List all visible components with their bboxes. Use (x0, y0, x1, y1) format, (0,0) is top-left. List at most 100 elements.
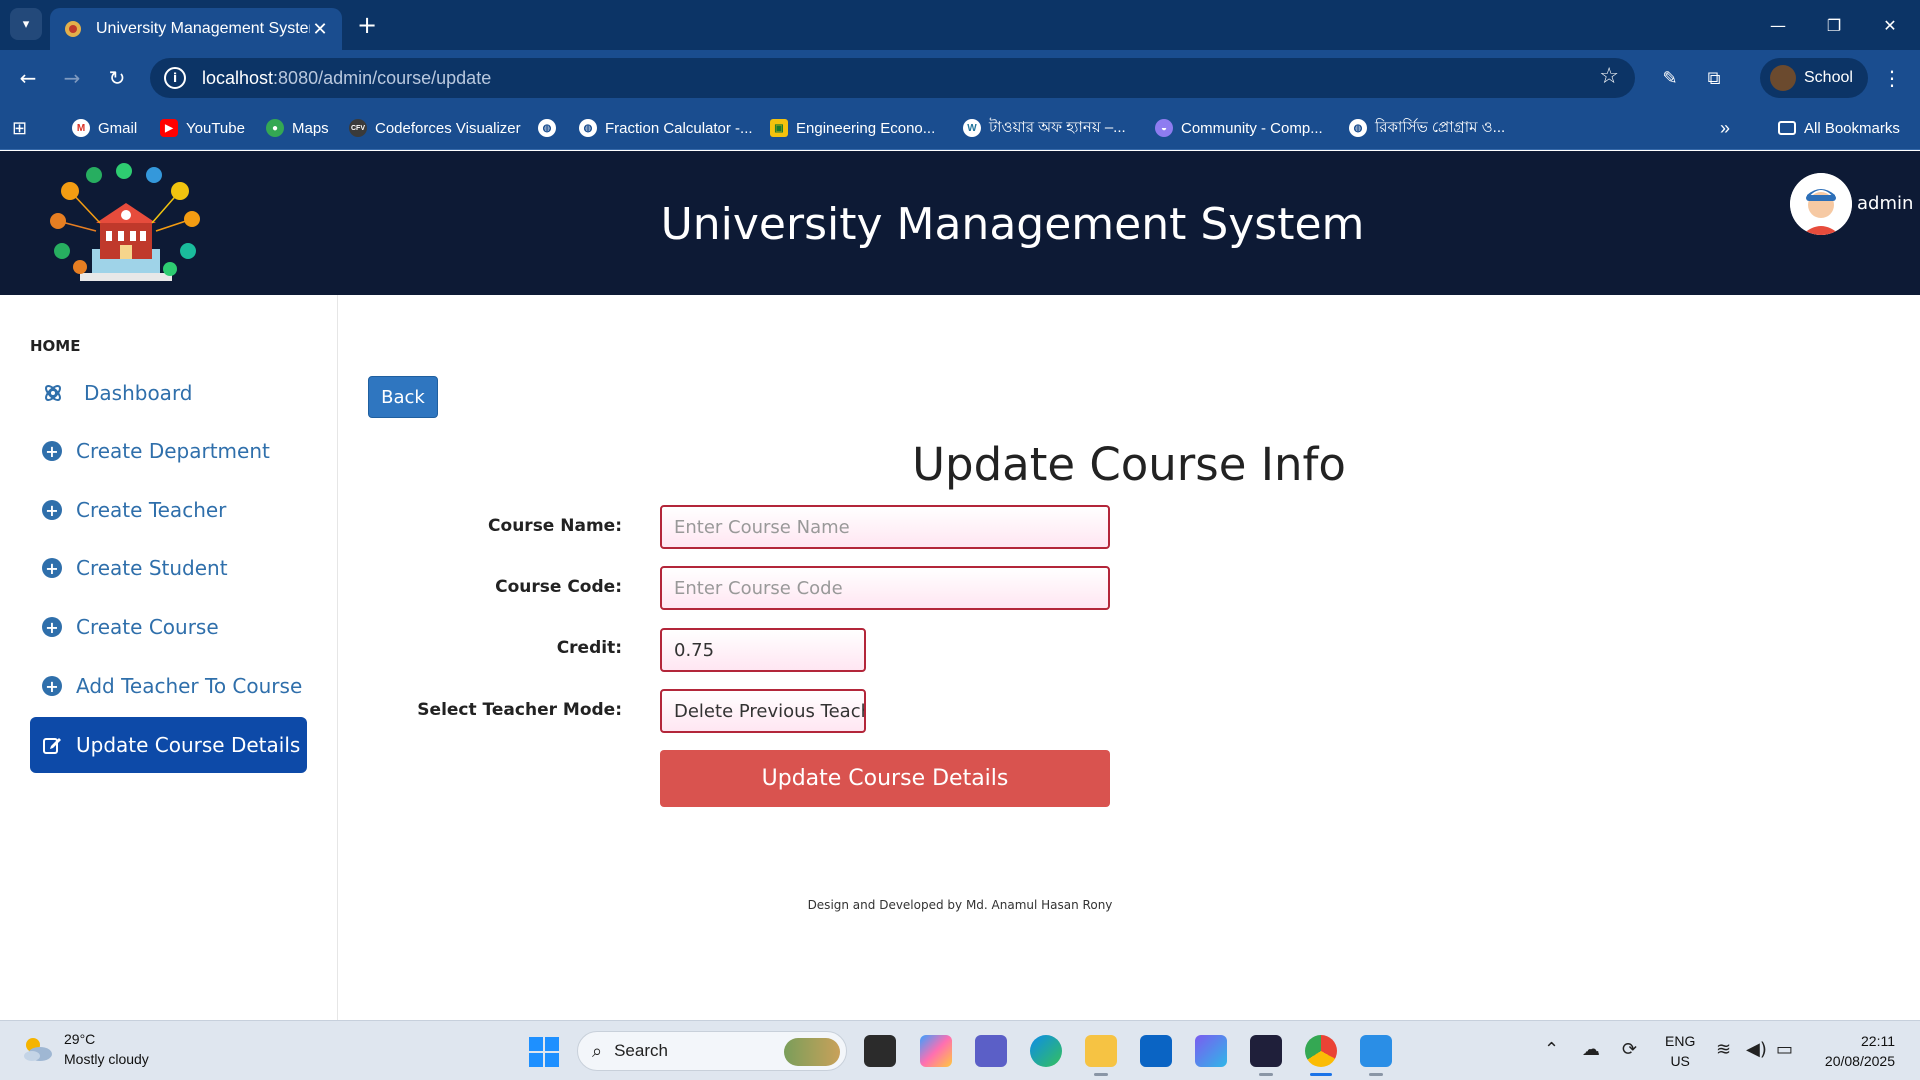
apps-grid-icon[interactable]: ⊞ (12, 106, 27, 150)
file-explorer-icon[interactable] (1085, 1035, 1117, 1067)
bookmark-youtube[interactable]: ▶ YouTube (160, 106, 245, 150)
back-arrow-icon[interactable]: ← (12, 62, 44, 94)
sidebar-item-label: Update Course Details (76, 733, 301, 757)
app-header: University Management System admin (0, 151, 1920, 295)
bookmarks-bar: ⊞ M Gmail ▶ YouTube ● Maps CFV Codeforce… (0, 106, 1920, 150)
sidebar-item-label: Create Department (76, 439, 270, 463)
onedrive-icon[interactable]: ☁ (1582, 1039, 1600, 1060)
sidebar-item-create-department[interactable]: + Create Department (30, 423, 307, 479)
sidebar-item-create-course[interactable]: + Create Course (30, 599, 307, 655)
cfv-icon: CFV (349, 119, 367, 137)
eyedropper-icon[interactable]: ✎ (1654, 62, 1686, 94)
bookmark-engineering-econ[interactable]: ▣ Engineering Econo... (770, 106, 935, 150)
edge-icon[interactable] (1030, 1035, 1062, 1067)
tab-search-button[interactable]: ▾ (10, 8, 42, 40)
restore-button[interactable]: ❐ (1806, 0, 1862, 50)
credit-input[interactable]: 0.75 (660, 628, 866, 672)
weather-description: Mostly cloudy (64, 1051, 149, 1067)
sidebar-item-label: Add Teacher To Course (76, 674, 303, 698)
plus-circle-icon: + (42, 676, 62, 696)
back-button[interactable]: Back (368, 376, 438, 418)
chrome-icon[interactable] (1305, 1035, 1337, 1067)
copilot-icon[interactable] (920, 1035, 952, 1067)
reload-icon[interactable]: ↻ (101, 62, 133, 94)
minimize-button[interactable]: — (1750, 0, 1806, 50)
sidebar-item-dashboard[interactable]: Dashboard (30, 365, 307, 421)
globe-icon: ◍ (538, 119, 556, 137)
bookmark-maps[interactable]: ● Maps (266, 106, 329, 150)
intellij-icon[interactable] (1250, 1035, 1282, 1067)
bookmark-star-icon[interactable]: ☆ (1599, 64, 1619, 89)
all-bookmarks-button[interactable]: All Bookmarks (1778, 106, 1900, 150)
dashboard-icon (42, 382, 64, 404)
photos-icon[interactable] (1360, 1035, 1392, 1067)
admin-avatar[interactable] (1790, 173, 1852, 235)
tab-close-icon[interactable]: ✕ (310, 19, 330, 40)
bookmark-recursive-program[interactable]: ◍ রিকার্সিভ প্রোগ্রাম ও... (1349, 106, 1505, 150)
outlook-icon[interactable] (1140, 1035, 1172, 1067)
wordpress-icon: W (963, 119, 981, 137)
sync-icon[interactable]: ⟳ (1622, 1039, 1637, 1060)
close-window-button[interactable]: ✕ (1862, 0, 1918, 50)
teams-icon[interactable] (975, 1035, 1007, 1067)
site-info-icon[interactable]: i (164, 67, 186, 89)
new-tab-button[interactable]: + (352, 10, 382, 40)
plus-circle-icon: + (42, 617, 62, 637)
page-footer: Design and Developed by Md. Anamul Hasan… (807, 898, 1113, 912)
taskbar-search-placeholder: Search (614, 1041, 668, 1060)
profile-button[interactable]: School (1760, 58, 1868, 98)
cloudy-weather-icon (24, 1038, 52, 1061)
tab-title: University Management System (96, 20, 310, 37)
system-clock[interactable]: 22:11 20/08/2025 (1810, 1031, 1895, 1071)
bookmark-tower-of-hanoi[interactable]: W টাওয়ার অফ হ্যানয় –... (963, 106, 1126, 150)
weather-widget[interactable]: 29°C Mostly cloudy (20, 1029, 149, 1069)
browser-tab-active[interactable]: University Management System ✕ (50, 8, 342, 50)
sidebar-item-add-teacher-to-course[interactable]: + Add Teacher To Course (30, 658, 307, 714)
sidebar-section-label: HOME (30, 337, 81, 355)
edit-icon (42, 735, 62, 755)
browser-toolbar: ← → ↻ i localhost:8080/admin/course/upda… (0, 50, 1920, 106)
folder-icon (1778, 121, 1796, 135)
taskbar: 29°C Mostly cloudy ⌕ Search ⌃ ☁ ⟳ ENG US… (0, 1020, 1920, 1080)
more-bookmarks-chevron-icon[interactable]: » (1720, 106, 1730, 150)
sidebar-item-label: Create Teacher (76, 498, 227, 522)
classroom-icon: ▣ (770, 119, 788, 137)
taskbar-search-box[interactable]: ⌕ Search (577, 1031, 847, 1071)
course-code-input[interactable]: Enter Course Code (660, 566, 1110, 610)
windows-start-icon[interactable] (528, 1036, 560, 1068)
teacher-mode-select[interactable]: Delete Previous Teache (660, 689, 866, 733)
bookmark-gmail[interactable]: M Gmail (72, 106, 137, 150)
running-indicator (1369, 1073, 1383, 1076)
language-indicator[interactable]: ENG US (1665, 1031, 1695, 1071)
plus-circle-icon: + (42, 500, 62, 520)
update-course-details-button[interactable]: Update Course Details (660, 750, 1110, 807)
bookmark-fraction-calculator[interactable]: ◍ Fraction Calculator -... (579, 106, 753, 150)
bookmark-globe[interactable]: ◍ (538, 106, 564, 150)
task-view-icon[interactable] (864, 1035, 896, 1067)
sidebar-item-label: Create Course (76, 615, 219, 639)
globe-icon: ◍ (1349, 119, 1367, 137)
youtube-icon: ▶ (160, 119, 178, 137)
show-hidden-icons-chevron-icon[interactable]: ⌃ (1544, 1039, 1559, 1060)
battery-icon[interactable]: ▭ (1776, 1039, 1793, 1060)
forward-arrow-icon[interactable]: → (56, 62, 88, 94)
plus-circle-icon: + (42, 558, 62, 578)
volume-icon[interactable]: ◀) (1746, 1039, 1767, 1060)
course-name-input[interactable]: Enter Course Name (660, 505, 1110, 549)
address-bar[interactable]: i localhost:8080/admin/course/update ☆ (150, 58, 1635, 98)
profile-avatar (1770, 65, 1796, 91)
sidebar-item-create-student[interactable]: + Create Student (30, 540, 307, 596)
sidebar-item-create-teacher[interactable]: + Create Teacher (30, 482, 307, 538)
bookmark-community[interactable]: ◒ Community - Comp... (1155, 106, 1323, 150)
kebab-menu-icon[interactable]: ⋮ (1876, 62, 1908, 94)
plus-circle-icon: + (42, 441, 62, 461)
sidebar-item-label: Create Student (76, 556, 228, 580)
admin-name[interactable]: admin (1857, 193, 1913, 214)
extensions-icon[interactable]: ⧉ (1698, 62, 1730, 94)
course-name-label: Course Name: (488, 516, 622, 536)
course-code-label: Course Code: (495, 577, 622, 597)
microsoft-365-icon[interactable] (1195, 1035, 1227, 1067)
bookmark-codeforces[interactable]: CFV Codeforces Visualizer (349, 106, 521, 150)
sidebar-item-update-course-details[interactable]: Update Course Details (30, 717, 307, 773)
wifi-icon[interactable]: ≋ (1716, 1039, 1731, 1060)
